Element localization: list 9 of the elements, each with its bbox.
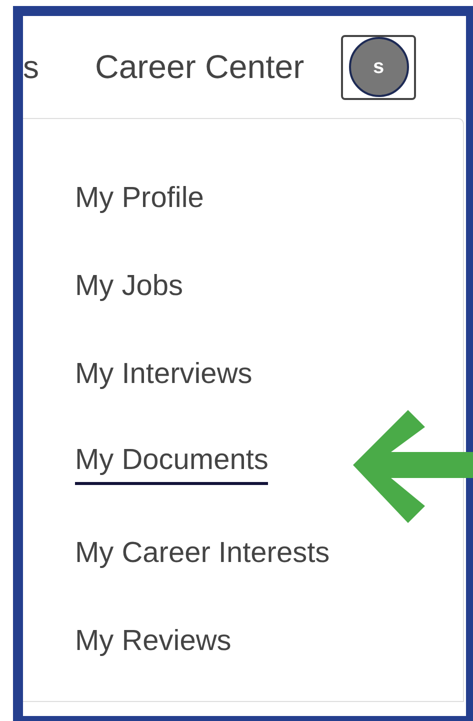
menu-item[interactable]: My Career Interests (75, 509, 330, 597)
menu-item[interactable]: My Documents (75, 438, 268, 485)
menu-item[interactable]: My Reviews (75, 597, 232, 685)
menu-item[interactable]: My Jobs (75, 242, 183, 330)
menu-item[interactable]: My Interviews (75, 330, 252, 418)
menu-item[interactable]: My Profile (75, 154, 204, 242)
nav-link[interactable]: Career Center (95, 48, 304, 86)
arrow-icon (353, 410, 473, 523)
avatar-button[interactable]: s (341, 34, 416, 100)
